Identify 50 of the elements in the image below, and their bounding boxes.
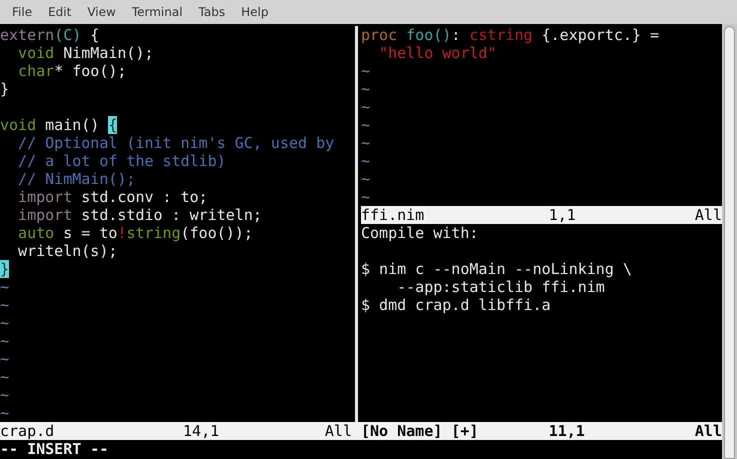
code-line: void NimMain(); [17, 44, 155, 62]
tilde-marker: ~ [361, 98, 370, 116]
code-line: $ dmd crap.d libffi.a [361, 296, 552, 314]
tilde-marker: ~ [361, 62, 370, 80]
cursor-position: 11,1 [548, 422, 586, 440]
code-line: char* foo(); [17, 62, 128, 80]
menu-item[interactable]: File [4, 5, 40, 19]
code-line: } [0, 80, 10, 98]
tilde-marker: ~ [361, 116, 370, 134]
code-line: $ nim c --noMain --noLinking \ [361, 260, 633, 278]
code-line: writeln(s); [17, 242, 118, 260]
code-line: import std.conv : to; [17, 188, 209, 206]
tilde-marker: ~ [0, 278, 10, 296]
file-name: ffi.nim [361, 206, 426, 224]
tilde-marker: ~ [0, 332, 10, 350]
code-line: void main() { [0, 116, 118, 134]
mode-indicator: -- INSERT -- [0, 440, 110, 458]
tilde-marker: ~ [0, 386, 10, 404]
code-line: proc foo(): cstring {.exportc.} = [361, 26, 660, 44]
menu-item[interactable]: View [79, 5, 124, 19]
tilde-marker: ~ [0, 350, 10, 368]
code-line: --app:staticlib ffi.nim [396, 278, 606, 296]
cursor-position: 14,1 [183, 422, 220, 440]
tilde-marker: ~ [0, 404, 10, 422]
menu-item[interactable]: Terminal [124, 5, 191, 19]
scroll-position: All [324, 422, 352, 440]
cursor-position: 1,1 [548, 206, 577, 224]
tilde-marker: ~ [361, 152, 370, 170]
code-line: import std.stdio : writeln; [17, 206, 263, 224]
code-line: extern(C) { [0, 26, 100, 44]
tilde-marker: ~ [0, 296, 10, 314]
scroll-position: All [694, 422, 722, 440]
scroll-position: All [694, 206, 722, 224]
code-line: // a lot of the stdlib) [17, 152, 227, 170]
menu-item[interactable]: Edit [40, 5, 80, 19]
code-line: auto s = to!string(foo()); [17, 224, 254, 242]
tilde-marker: ~ [361, 170, 370, 188]
file-name: crap.d [0, 422, 56, 440]
tilde-marker: ~ [361, 188, 370, 206]
code-line: // Optional (init nim's GC, used by [17, 134, 336, 152]
code-line: "hello world" [378, 44, 498, 62]
code-line: // NimMain(); [17, 170, 136, 188]
tilde-marker: ~ [361, 134, 370, 152]
menu-item[interactable]: Tabs [190, 5, 234, 19]
code-line: Compile with: [361, 224, 480, 242]
file-name: [No Name] [+] [361, 422, 480, 440]
tilde-marker: ~ [0, 368, 10, 386]
tilde-marker: ~ [361, 80, 370, 98]
tilde-marker: ~ [0, 314, 10, 332]
menu-item[interactable]: Help [233, 5, 276, 19]
